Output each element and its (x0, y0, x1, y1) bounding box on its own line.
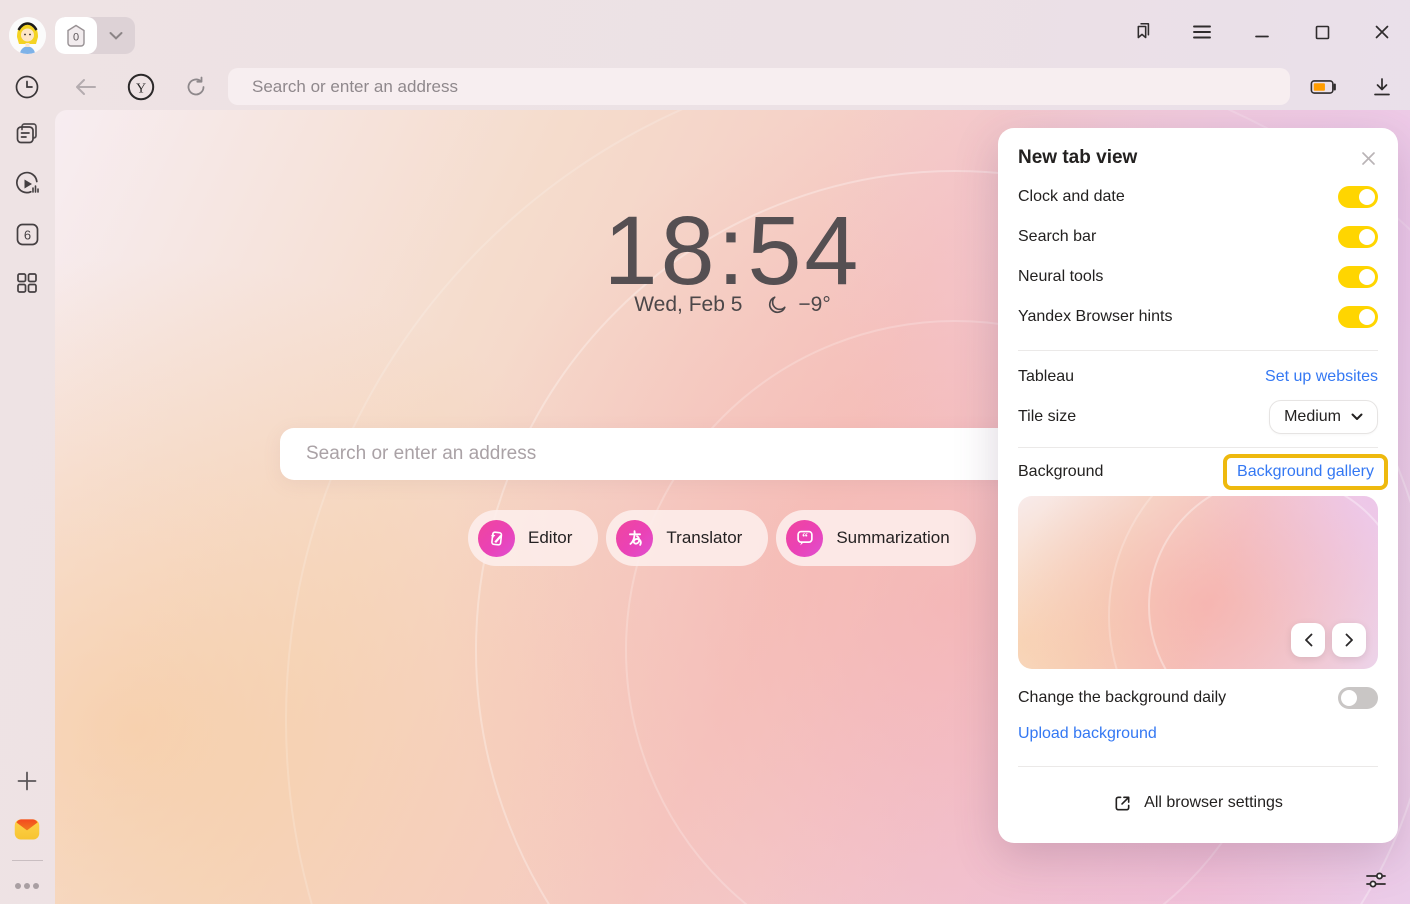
toggle-search-bar[interactable] (1338, 226, 1378, 248)
summarization-label: Summarization (836, 528, 949, 548)
tableau-label: Tableau (1018, 368, 1074, 386)
setting-row-tile-size: Tile size Medium (1018, 397, 1378, 437)
reload-icon[interactable] (182, 73, 210, 101)
back-icon[interactable] (72, 73, 100, 101)
panel-divider (1018, 766, 1378, 767)
notes-icon[interactable] (13, 120, 41, 148)
neural-tools-row: Editor Translator “ (468, 510, 976, 566)
page-settings-icon[interactable] (1360, 864, 1392, 896)
summarization-button[interactable]: “ Summarization (776, 510, 975, 566)
toolbar: Y (0, 64, 1410, 110)
setting-row-search-bar: Search bar (1018, 217, 1378, 257)
background-gallery-link[interactable]: Background gallery (1237, 463, 1374, 480)
active-tab[interactable]: 0 (55, 17, 97, 54)
svg-text:“: “ (802, 530, 808, 544)
translator-icon (616, 520, 653, 557)
setting-row-clock-and-date: Clock and date (1018, 177, 1378, 217)
tile-size-value: Medium (1284, 408, 1341, 426)
tile-size-select[interactable]: Medium (1269, 400, 1378, 434)
editor-button[interactable]: Editor (468, 510, 598, 566)
media-player-icon[interactable] (13, 170, 41, 198)
chevron-left-icon (1304, 633, 1313, 647)
previous-background-button[interactable] (1291, 623, 1325, 657)
all-browser-settings-label: All browser settings (1144, 794, 1283, 812)
profile-avatar[interactable] (9, 17, 46, 54)
all-browser-settings-button[interactable]: All browser settings (1018, 775, 1378, 831)
panel-title: New tab view (1018, 147, 1137, 169)
sidebar: 6 (0, 110, 55, 904)
minimize-icon[interactable] (1250, 20, 1274, 44)
toggle-neural-tools[interactable] (1338, 266, 1378, 288)
setting-label: Clock and date (1018, 188, 1125, 206)
translator-button[interactable]: Translator (606, 510, 768, 566)
background-preview (1018, 496, 1378, 669)
moon-weather-icon (766, 294, 788, 316)
add-panel-icon[interactable] (13, 767, 41, 795)
editor-label: Editor (528, 528, 572, 548)
sidebar-divider (12, 860, 43, 861)
tab-manager-icon[interactable]: 6 (13, 220, 41, 248)
temperature-label: −9° (798, 293, 830, 317)
setting-label: Search bar (1018, 228, 1096, 246)
chevron-down-icon (1351, 413, 1363, 421)
setting-label: Neural tools (1018, 268, 1103, 286)
setting-row-tableau: Tableau Set up websites (1018, 357, 1378, 397)
external-link-icon (1113, 794, 1132, 813)
date-label: Wed, Feb 5 (634, 293, 742, 317)
setting-row-neural-tools: Neural tools (1018, 257, 1378, 297)
services-grid-icon[interactable] (13, 269, 41, 297)
mail-icon[interactable] (13, 815, 41, 843)
battery-icon[interactable] (1310, 73, 1338, 101)
summarization-icon: “ (786, 520, 823, 557)
titlebar: 0 (0, 0, 1410, 64)
collections-icon[interactable] (1130, 20, 1154, 44)
toggle-browser-hints[interactable] (1338, 306, 1378, 328)
close-window-icon[interactable] (1370, 20, 1394, 44)
panel-divider (1018, 447, 1378, 448)
open-tabs-count: 6 (23, 227, 30, 242)
maximize-icon[interactable] (1310, 20, 1334, 44)
next-background-button[interactable] (1332, 623, 1366, 657)
upload-background-link[interactable]: Upload background (1018, 725, 1157, 743)
background-carousel (1291, 623, 1366, 657)
set-up-websites-link[interactable]: Set up websites (1265, 368, 1378, 386)
translator-label: Translator (666, 528, 742, 548)
setting-row-background: Background Background gallery (1018, 450, 1378, 494)
toggle-daily-background[interactable] (1338, 687, 1378, 709)
setting-row-daily-background: Change the background daily (1018, 678, 1378, 718)
toggle-clock-and-date[interactable] (1338, 186, 1378, 208)
new-tab-view-panel: New tab view Clock and date Search bar N… (998, 128, 1398, 843)
history-icon[interactable] (13, 73, 41, 101)
svg-text:Y: Y (136, 82, 146, 97)
panel-divider (1018, 350, 1378, 351)
panel-close-icon[interactable] (1358, 148, 1378, 168)
editor-icon (478, 520, 515, 557)
setting-label: Yandex Browser hints (1018, 308, 1172, 326)
sidebar-more-icon[interactable] (13, 872, 41, 900)
menu-icon[interactable] (1190, 20, 1214, 44)
tile-size-label: Tile size (1018, 408, 1076, 426)
background-label: Background (1018, 463, 1103, 481)
browser-window: 0 (0, 0, 1410, 904)
new-tab-page: 18:54 Wed, Feb 5 −9° (55, 110, 1410, 904)
setting-row-browser-hints: Yandex Browser hints (1018, 297, 1378, 337)
tab-badge-count: 0 (73, 31, 79, 43)
yandex-icon[interactable]: Y (127, 73, 155, 101)
address-input[interactable] (228, 77, 1290, 97)
downloads-icon[interactable] (1368, 73, 1396, 101)
tab-list-chevron-icon[interactable] (97, 17, 135, 54)
tutorial-highlight-box: Background gallery (1223, 454, 1388, 490)
daily-background-label: Change the background daily (1018, 689, 1226, 707)
tab-group: 0 (55, 17, 135, 54)
address-bar[interactable] (228, 68, 1290, 105)
chevron-right-icon (1345, 633, 1354, 647)
